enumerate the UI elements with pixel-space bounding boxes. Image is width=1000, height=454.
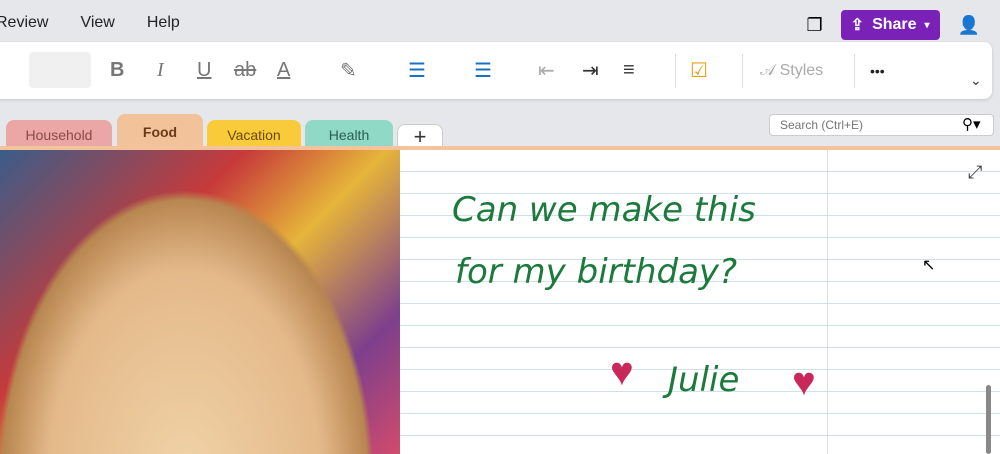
search-icon[interactable]: ⚲▾ <box>962 115 981 133</box>
menu-view[interactable]: View <box>80 14 114 32</box>
share-icon: ⇪ <box>850 17 865 34</box>
chevron-down-icon[interactable]: ▾ <box>925 20 930 31</box>
expand-icon[interactable]: ⤢ <box>968 162 982 183</box>
handwritten-line-2: for my birthday? <box>455 252 738 292</box>
highlight-icon[interactable]: ✎ <box>340 42 357 99</box>
handwritten-line-1: Can we make this <box>452 190 756 230</box>
strikethrough-button[interactable]: ab <box>234 42 256 99</box>
align-icon[interactable]: ≡ <box>623 42 635 99</box>
people-icon[interactable]: 👤 <box>958 15 980 36</box>
pie-photo <box>0 150 400 454</box>
styles-icon: 𝒜 <box>760 61 780 79</box>
indent-icon[interactable]: ⇥ <box>582 42 599 99</box>
mouse-cursor-icon: ↖ <box>922 257 936 274</box>
expand-ribbon-icon[interactable]: ⌄ <box>970 52 982 109</box>
heart-icon: ♥ <box>610 350 634 394</box>
outdent-icon[interactable]: ⇤ <box>538 42 555 99</box>
font-size-select[interactable] <box>29 52 91 88</box>
styles-button[interactable]: 𝒜 Styles <box>760 42 823 99</box>
menu-help[interactable]: Help <box>147 14 180 32</box>
ribbon: B I U ab A ✎ ☰ ☰ ⇤ ⇥ ≡ ☑ 𝒜 Styles ••• ⌄ <box>0 42 992 99</box>
tab-food[interactable]: Food <box>117 114 203 150</box>
italic-button[interactable]: I <box>157 42 164 99</box>
signature: Julie <box>668 360 740 400</box>
font-color-button[interactable]: A <box>277 42 290 99</box>
search-input[interactable] <box>769 114 994 136</box>
bullets-icon[interactable]: ☰ <box>408 42 426 99</box>
bold-button[interactable]: B <box>110 42 124 99</box>
sticky-notes-icon[interactable]: ❐ <box>807 15 823 36</box>
heart-icon: ♥ <box>792 360 816 404</box>
more-options-button[interactable]: ••• <box>870 42 885 99</box>
menu-review[interactable]: Review <box>0 14 48 32</box>
share-button[interactable]: ⇪ Share ▾ <box>840 10 940 40</box>
numbering-icon[interactable]: ☰ <box>474 42 492 99</box>
tag-icon[interactable]: ☑ <box>690 42 708 99</box>
scrollbar[interactable] <box>986 385 991 454</box>
underline-button[interactable]: U <box>197 42 211 99</box>
menu-bar: Review View Help <box>0 14 180 32</box>
